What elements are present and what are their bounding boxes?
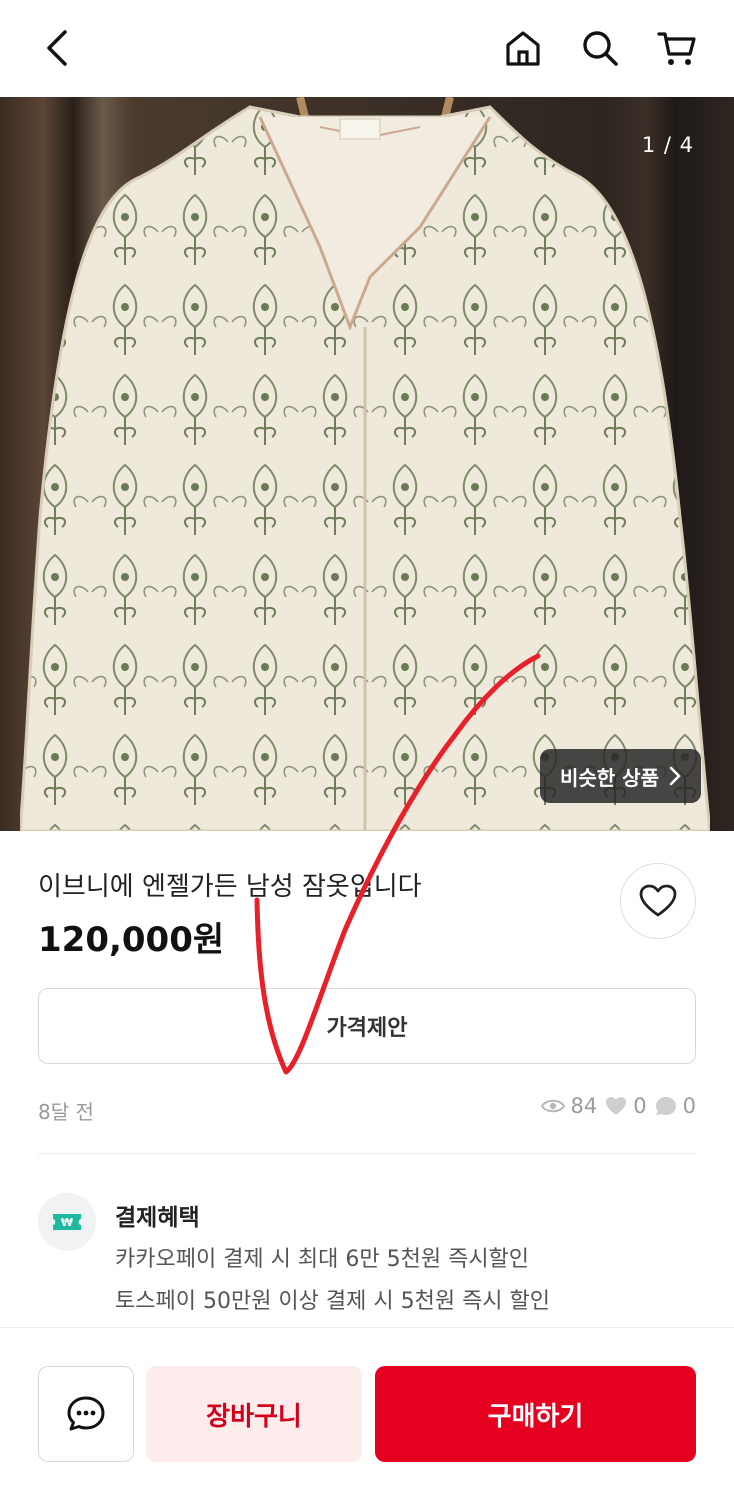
add-to-cart-label: 장바구니 <box>206 1401 302 1432</box>
views-stat: 84 <box>540 1094 598 1118</box>
chevron-left-icon[interactable] <box>34 24 82 72</box>
image-counter: 1 / 4 <box>641 133 694 157</box>
chat-bubble-icon <box>67 1396 105 1431</box>
bottom-action-bar: 장바구니 구매하기 <box>0 1327 734 1500</box>
won-ticket-icon: ₩ <box>38 1193 96 1251</box>
benefit-title: 결제혜택 <box>115 1205 200 1231</box>
chevron-right-icon <box>669 766 681 786</box>
likes-stat: 0 <box>605 1094 647 1118</box>
product-stats: 84 0 0 <box>540 1094 696 1118</box>
cart-icon[interactable] <box>653 24 701 72</box>
chats-count: 0 <box>682 1094 696 1118</box>
section-divider <box>38 1153 696 1154</box>
views-count: 84 <box>570 1094 598 1118</box>
similar-products-button[interactable]: 비슷한 상품 <box>540 749 701 803</box>
similar-products-label: 비슷한 상품 <box>560 765 659 790</box>
chat-button[interactable] <box>38 1366 134 1462</box>
posted-time: 8달 전 <box>38 1100 94 1124</box>
like-button[interactable] <box>620 863 696 939</box>
add-to-cart-button[interactable]: 장바구니 <box>146 1366 362 1462</box>
product-price: 120,000원 <box>38 920 225 960</box>
buy-label: 구매하기 <box>487 1401 584 1432</box>
product-title: 이브니에 엔젤가든 남성 잠옷입니다 <box>38 872 422 902</box>
tosspay-benefit: 토스페이 50만원 이상 결제 시 5천원 즉시 할인 <box>115 1289 551 1314</box>
buy-button[interactable]: 구매하기 <box>375 1366 696 1462</box>
price-offer-label: 가격제안 <box>326 1016 408 1041</box>
product-image[interactable]: 1 / 4 비슷한 상품 <box>0 97 734 831</box>
heart-icon <box>639 884 677 917</box>
home-icon[interactable] <box>499 24 547 72</box>
search-icon[interactable] <box>576 24 624 72</box>
svg-text:₩: ₩ <box>61 1216 73 1229</box>
pajama-shirt-image <box>20 97 710 831</box>
chats-stat: 0 <box>655 1094 696 1118</box>
chat-bubble-icon <box>655 1097 676 1115</box>
likes-count: 0 <box>633 1094 647 1118</box>
eye-icon <box>540 1099 565 1113</box>
top-bar <box>0 0 734 97</box>
heart-icon <box>606 1097 627 1115</box>
kakaopay-benefit: 카카오페이 결제 시 최대 6만 5천원 즉시할인 <box>115 1247 530 1272</box>
price-offer-button[interactable]: 가격제안 <box>38 988 696 1064</box>
